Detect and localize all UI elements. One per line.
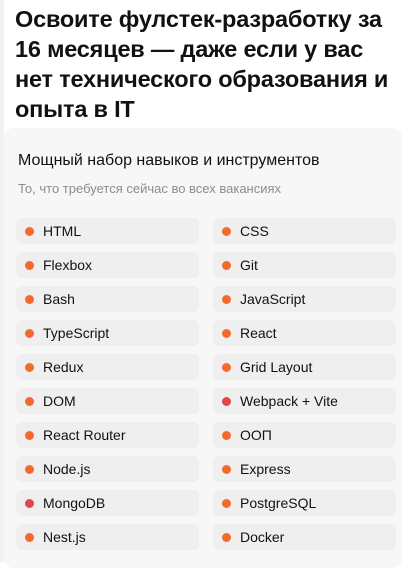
skill-pill: PostgreSQL [213, 490, 396, 516]
skill-label: CSS [240, 223, 269, 239]
bullet-dot-icon [25, 260, 34, 270]
bullet-dot-icon [222, 464, 231, 474]
skill-pill: Nest.js [16, 524, 199, 550]
bullet-dot-icon [222, 260, 231, 270]
skill-pill: Webpack + Vite [213, 388, 396, 414]
skill-label: Nest.js [43, 529, 86, 545]
bullet-dot-icon [222, 328, 231, 338]
bullet-dot-icon [25, 498, 34, 508]
skill-label: Node.js [43, 461, 91, 477]
skill-pill: React [213, 320, 396, 346]
skill-label: Flexbox [43, 257, 93, 273]
skill-label: PostgreSQL [240, 495, 317, 511]
skill-pill: CSS [213, 218, 396, 244]
bullet-dot-icon [222, 498, 231, 508]
skill-label: JavaScript [240, 291, 306, 307]
bullet-dot-icon [25, 294, 34, 304]
skill-pill: Redux [16, 354, 199, 380]
bullet-dot-icon [25, 328, 34, 338]
skill-pill: DOM [16, 388, 199, 414]
bullet-dot-icon [25, 362, 34, 372]
bullet-dot-icon [222, 396, 231, 406]
skill-pill: Grid Layout [213, 354, 396, 380]
skill-pill: Git [213, 252, 396, 278]
skill-pill: MongoDB [16, 490, 199, 516]
skill-label: ООП [240, 427, 272, 443]
skill-pill: Node.js [16, 456, 199, 482]
bullet-dot-icon [222, 532, 231, 542]
bullet-dot-icon [25, 226, 34, 236]
skill-label: TypeScript [43, 325, 110, 341]
skill-pill: React Router [16, 422, 199, 448]
skill-pill: HTML [16, 218, 199, 244]
skill-label: React Router [43, 427, 126, 443]
skill-pill: Bash [16, 286, 199, 312]
bullet-dot-icon [222, 430, 231, 440]
skill-label: Webpack + Vite [240, 393, 338, 409]
skill-pill: Docker [213, 524, 396, 550]
skill-label: Grid Layout [240, 359, 313, 375]
bullet-dot-icon [25, 430, 34, 440]
bullet-dot-icon [25, 396, 34, 406]
skill-pill: ООП [213, 422, 396, 448]
bullet-dot-icon [25, 532, 34, 542]
skills-grid: HTML CSS Flexbox Git Bash JavaScript Typ… [16, 218, 396, 550]
skill-label: HTML [43, 223, 82, 239]
skill-label: Redux [43, 359, 84, 375]
skill-label: MongoDB [43, 495, 106, 511]
page-headline: Освоите фулстек-разработку за 16 месяцев… [15, 6, 389, 122]
skills-card-title: Мощный набор навыков и инструментов [18, 152, 320, 169]
skill-label: Express [240, 461, 291, 477]
skill-pill: JavaScript [213, 286, 396, 312]
skill-label: Docker [240, 529, 285, 545]
skills-card-subtitle: То, что требуется сейчас во всех ваканси… [18, 181, 282, 196]
skill-label: Bash [43, 291, 75, 307]
skill-pill: TypeScript [16, 320, 199, 346]
skill-label: Git [240, 257, 258, 273]
bullet-dot-icon [25, 464, 34, 474]
bullet-dot-icon [222, 226, 231, 236]
skill-label: React [240, 325, 277, 341]
bullet-dot-icon [222, 362, 231, 372]
skill-label: DOM [43, 393, 76, 409]
bullet-dot-icon [222, 294, 231, 304]
skill-pill: Express [213, 456, 396, 482]
skill-pill: Flexbox [16, 252, 199, 278]
